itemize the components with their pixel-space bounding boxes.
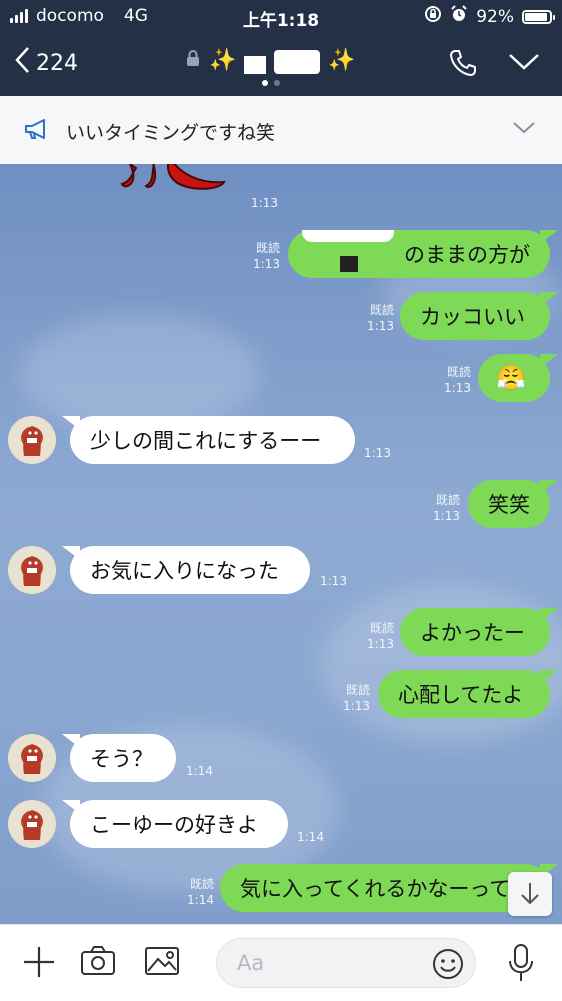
rotation-lock-icon xyxy=(424,5,442,28)
read-receipt: 既読 1:13 xyxy=(367,303,394,333)
arrow-down-icon xyxy=(519,881,541,911)
chat-title[interactable]: ✨ ✨ xyxy=(185,46,356,74)
announcement-bar[interactable]: いいタイミングですね笑 xyxy=(0,96,562,165)
read-receipt: 既読 1:13 xyxy=(433,493,460,523)
battery-percent: 92% xyxy=(476,6,514,27)
redacted-text xyxy=(302,230,394,242)
message-text: 笑笑 xyxy=(488,493,530,517)
avatar[interactable] xyxy=(8,546,56,594)
message-text: お気に入りになった xyxy=(90,559,279,583)
announcement-text: いいタイミングですね笑 xyxy=(66,122,276,144)
message-time: 1:13 xyxy=(320,574,347,588)
message-text: こーゆーの好きよ xyxy=(90,813,258,837)
message-bubble-them[interactable]: そう？ xyxy=(62,734,176,782)
page-dot-active xyxy=(262,80,268,86)
phone-icon xyxy=(448,50,478,82)
message-text: 気に入ってくれるかなーって xyxy=(240,877,511,901)
message-bubble-me[interactable]: のままの方が xyxy=(288,230,558,278)
message-list[interactable]: 1:13 既読 1:13 のままの方が 既読 1:13 カッコいい 既読 1:13 😤… xyxy=(0,164,562,924)
read-receipt: 既読 1:13 xyxy=(367,621,394,651)
redacted-name xyxy=(244,56,267,74)
read-receipt: 既読 1:13 xyxy=(444,365,471,395)
avatar[interactable] xyxy=(8,416,56,464)
sticker-image[interactable] xyxy=(120,164,230,200)
message-bubble-them[interactable]: こーゆーの好きよ xyxy=(62,800,288,848)
sparkle-right: ✨ xyxy=(328,47,356,73)
redacted-name xyxy=(274,50,321,74)
message-text: そう？ xyxy=(90,747,153,771)
message-text: カッコいい xyxy=(420,305,525,329)
message-bubble-me[interactable]: カッコいい xyxy=(400,292,558,340)
chevron-down-icon[interactable] xyxy=(512,120,536,139)
read-receipt: 既読 1:13 xyxy=(343,683,370,713)
redacted-text xyxy=(340,256,358,272)
scroll-to-bottom-button[interactable] xyxy=(508,872,552,916)
message-emoji: 😤 xyxy=(496,364,526,392)
message-time: 1:14 xyxy=(186,764,213,778)
microphone-icon[interactable] xyxy=(506,943,536,987)
message-text: のままの方が xyxy=(404,243,530,267)
back-button[interactable]: 224 xyxy=(14,46,78,80)
message-input[interactable]: Aa xyxy=(216,938,476,988)
call-button[interactable] xyxy=(448,48,478,82)
menu-toggle-button[interactable] xyxy=(508,52,540,76)
message-time: 1:13 xyxy=(364,446,391,460)
image-icon[interactable] xyxy=(144,945,180,981)
message-bubble-them[interactable]: お気に入りになった xyxy=(62,546,310,594)
message-bubble-me[interactable]: 😤 xyxy=(478,354,558,402)
plus-icon[interactable] xyxy=(22,945,56,983)
unread-count: 224 xyxy=(36,50,78,76)
chevron-left-icon xyxy=(14,46,30,80)
message-text: よかったー xyxy=(420,621,525,645)
message-bubble-me[interactable]: 心配してたよ xyxy=(378,670,558,718)
input-toolbar: Aa xyxy=(0,924,562,1001)
message-bubble-them[interactable]: 少しの間これにするーー xyxy=(62,416,355,464)
alarm-icon xyxy=(450,5,468,28)
message-time: 1:14 xyxy=(297,830,324,844)
status-bar: docomo 4G 上午1:18 92% xyxy=(0,0,562,32)
message-bubble-me[interactable]: 気に入ってくれるかなーって xyxy=(220,864,558,912)
message-text: 心配してたよ xyxy=(398,683,524,707)
avatar[interactable] xyxy=(8,800,56,848)
nav-bar: 224 ✨ ✨ xyxy=(0,32,562,96)
sticker-time: 1:13 xyxy=(251,196,278,210)
message-bubble-me[interactable]: 笑笑 xyxy=(468,480,558,528)
megaphone-icon xyxy=(24,118,50,144)
message-bubble-me[interactable]: よかったー xyxy=(400,608,558,656)
avatar[interactable] xyxy=(8,734,56,782)
camera-icon[interactable] xyxy=(80,945,116,981)
smile-icon[interactable] xyxy=(431,947,465,985)
input-placeholder: Aa xyxy=(237,951,265,975)
battery-icon xyxy=(522,9,555,24)
message-text: 少しの間これにするーー xyxy=(90,429,322,453)
read-receipt: 既読 1:13 xyxy=(253,241,280,271)
page-dot xyxy=(274,80,280,86)
sparkle-left: ✨ xyxy=(209,47,237,73)
lock-icon xyxy=(185,48,201,73)
chat-header: docomo 4G 上午1:18 92% 224 ✨ ✨ xyxy=(0,0,562,96)
chevron-down-icon xyxy=(508,54,540,76)
read-receipt: 既読 1:14 xyxy=(187,877,214,907)
